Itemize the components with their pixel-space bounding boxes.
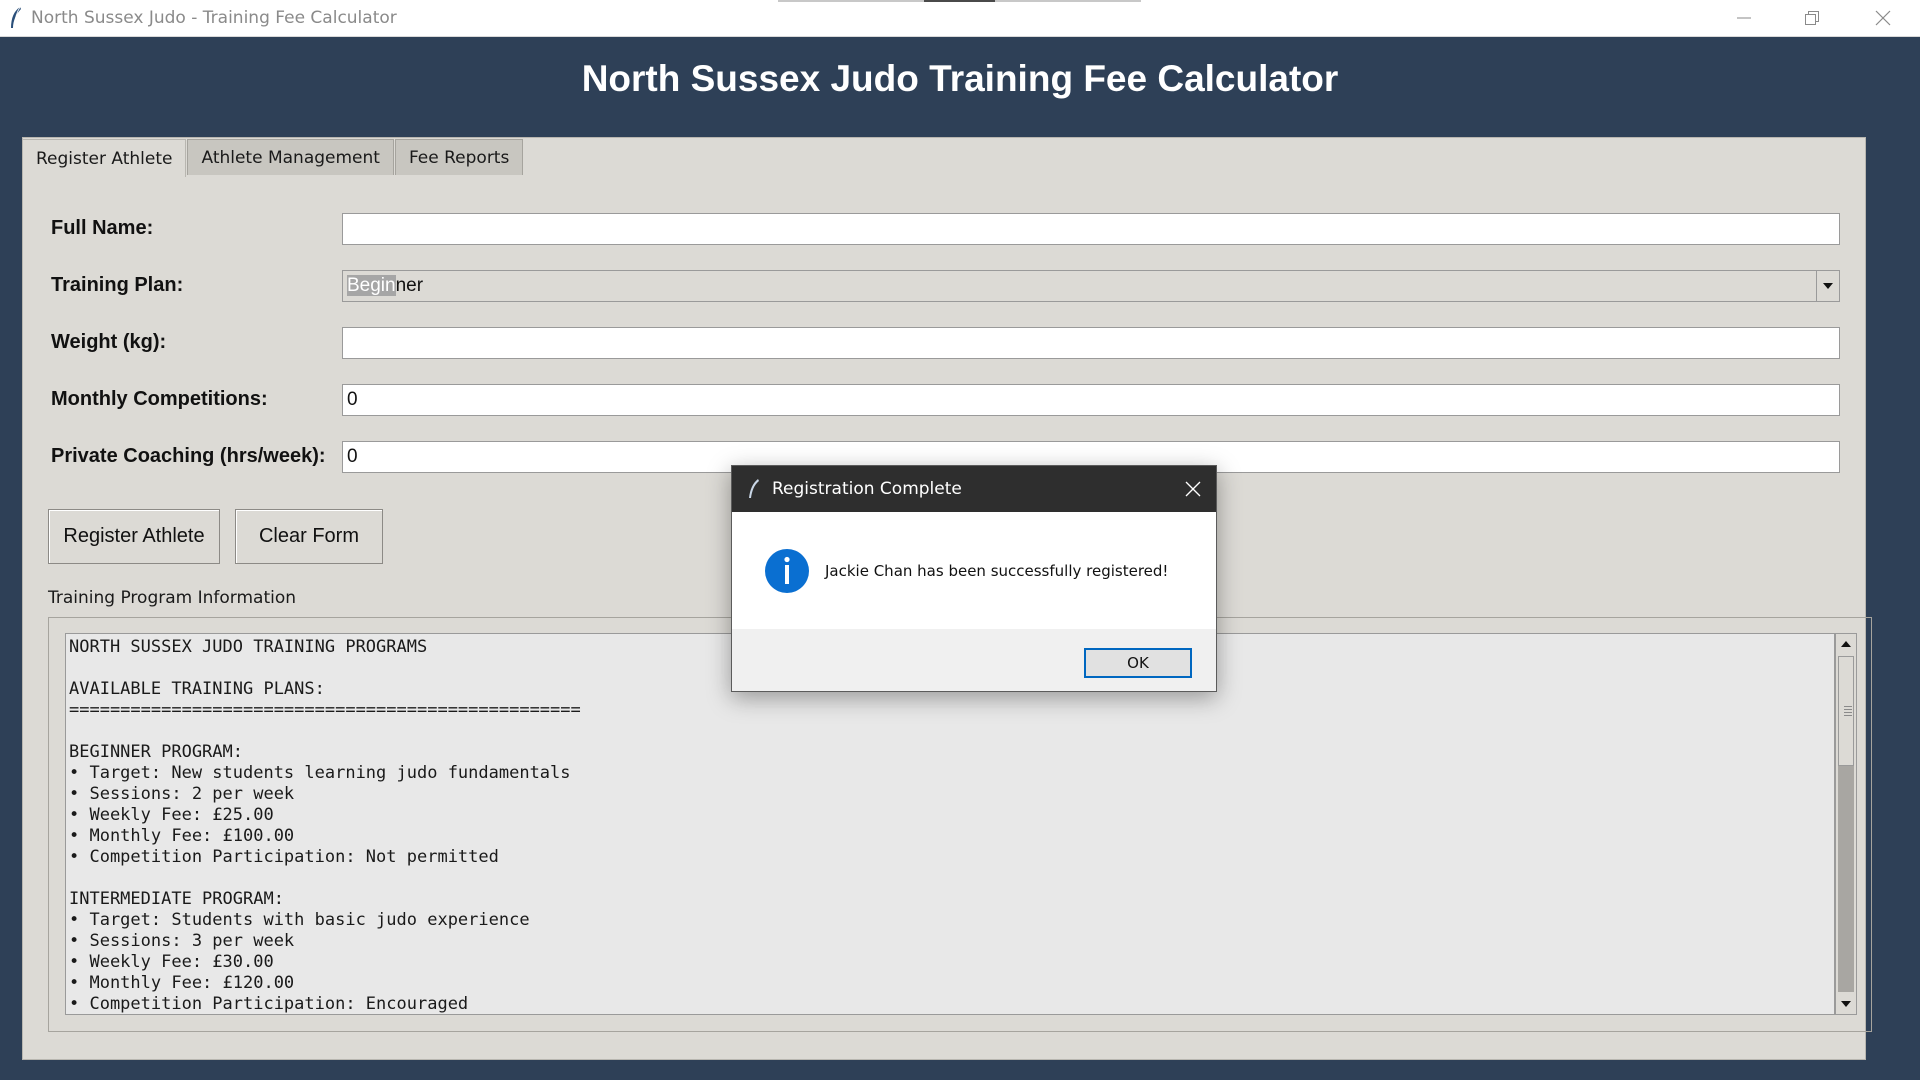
tab-register-athlete[interactable]: Register Athlete [22,139,187,177]
minimize-icon [1737,17,1751,19]
restore-button[interactable] [1778,0,1846,36]
feather-icon [749,479,759,498]
feather-icon [11,6,21,28]
close-window-button[interactable] [1849,0,1917,36]
weight-label: Weight (kg): [51,331,167,353]
window-titlebar: North Sussex Judo - Training Fee Calcula… [0,0,1920,37]
training-plan-label: Training Plan: [51,274,184,296]
dropdown-arrow-button[interactable] [1816,271,1839,301]
taskbar-indicator [995,0,1141,2]
minimize-button[interactable] [1710,0,1778,36]
restore-icon [1805,11,1819,25]
dialog-titlebar: Registration Complete [732,466,1216,512]
dialog-title: Registration Complete [772,479,962,499]
grip-line [1844,709,1852,710]
training-plan-combobox[interactable]: Beginner [342,270,1840,302]
training-info-label: Training Program Information [48,588,297,608]
dialog-close-button[interactable] [1170,466,1216,512]
grip-line [1844,706,1852,707]
grip-line [1844,712,1852,713]
grip-line [1844,715,1852,716]
training-plan-rest-text: ner [395,275,424,296]
scroll-up-button[interactable] [1836,634,1856,654]
close-icon [1185,481,1201,497]
private-coaching-label: Private Coaching (hrs/week): [51,445,326,467]
arrow-up-icon [1841,641,1851,647]
monthly-competitions-input[interactable]: 0 [342,384,1840,416]
training-plan-selected-text: Begin [347,275,396,296]
app-heading: North Sussex Judo Training Fee Calculato… [581,58,1339,99]
taskbar-indicator-active [924,0,995,2]
info-icon [765,549,809,593]
tab-athlete-management[interactable]: Athlete Management [187,139,394,175]
window-title: North Sussex Judo - Training Fee Calcula… [31,8,397,28]
full-name-input[interactable] [342,213,1840,245]
arrow-down-icon [1841,1001,1851,1007]
scroll-thumb[interactable] [1838,656,1854,766]
monthly-competitions-label: Monthly Competitions: [51,388,268,410]
scroll-down-button[interactable] [1836,994,1856,1014]
clear-form-button[interactable]: Clear Form [235,509,383,564]
chevron-down-icon [1823,283,1833,289]
full-name-label: Full Name: [51,217,154,239]
dialog-message: Jackie Chan has been successfully regist… [825,562,1169,580]
registration-dialog: Registration Complete Jackie Chan has be… [731,465,1217,692]
weight-input[interactable] [342,327,1840,359]
training-plan-value: Beginner [347,275,423,297]
taskbar-indicator [778,0,924,2]
close-icon [1875,10,1891,26]
training-info-scrollbar[interactable] [1835,633,1857,1015]
tab-fee-reports[interactable]: Fee Reports [394,139,524,175]
ok-button[interactable]: OK [1084,648,1192,678]
register-athlete-button[interactable]: Register Athlete [48,509,220,564]
tab-bar: Register Athlete Athlete Management Fee … [22,139,524,177]
